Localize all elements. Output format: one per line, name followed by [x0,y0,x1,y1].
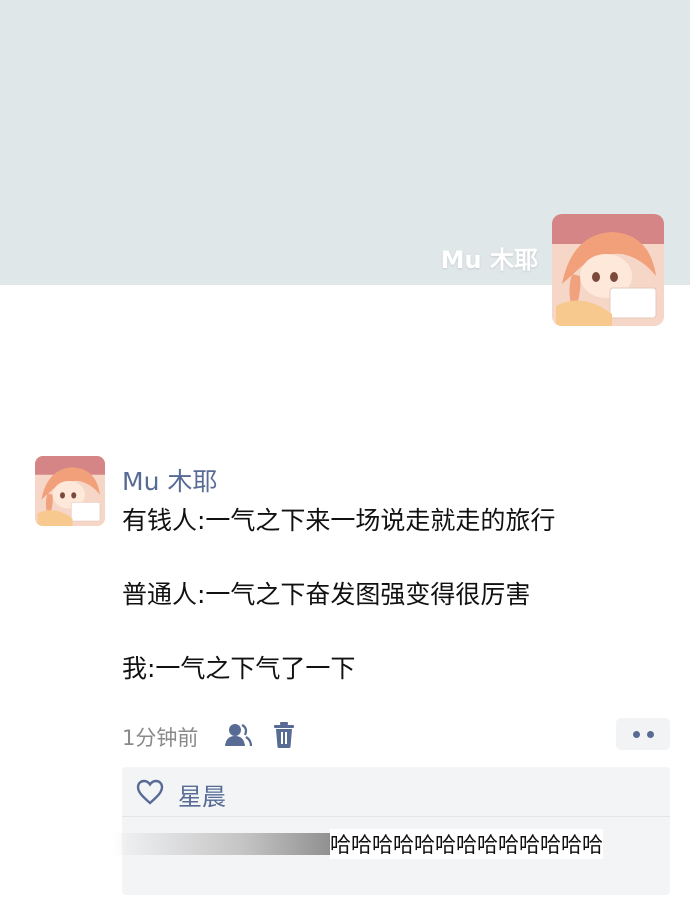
author-name[interactable]: Mu 木耶 [122,462,217,498]
bottom-spacer [0,896,690,920]
trash-icon[interactable] [272,721,296,749]
moment-meta-row: 1分钟前 [122,718,670,752]
interactions-panel: 星晨 哈哈哈哈哈哈哈哈哈哈哈哈哈 [112,767,670,895]
moment-text-line: 我:一气之下气了一下 [122,654,356,683]
more-actions-button[interactable] [616,718,670,750]
moments-page: Mu 木耶 Mu 木耶 有钱人:一气之下来一场说走就走的旅行 普通人:一气之下奋… [0,0,690,920]
moment-text: 有钱人:一气之下来一场说走就走的旅行 普通人:一气之下奋发图强变得很厉害 我:一… [122,503,662,687]
anime-girl-avatar-image [552,214,664,326]
comment-row[interactable]: 哈哈哈哈哈哈哈哈哈哈哈哈哈 [112,825,670,865]
cover-avatar[interactable] [552,214,664,326]
author-avatar[interactable] [35,456,105,526]
anime-girl-avatar-image [35,456,105,526]
cover-user-name: Mu 木耶 [440,246,538,274]
more-dots-icon [632,730,640,738]
likes-row: 星晨 [122,767,670,817]
friends-visibility-icon[interactable] [224,721,252,749]
post-time: 1分钟前 [122,726,199,750]
heart-icon [136,779,164,805]
moment-text-line: 普通人:一气之下奋发图强变得很厉害 [122,580,531,609]
more-dots-icon [646,730,654,738]
blurred-commenter [112,833,332,855]
comment-text: 哈哈哈哈哈哈哈哈哈哈哈哈哈 [330,829,603,859]
moment-text-line: 有钱人:一气之下来一场说走就走的旅行 [122,506,556,535]
like-user-name[interactable]: 星晨 [178,777,226,812]
